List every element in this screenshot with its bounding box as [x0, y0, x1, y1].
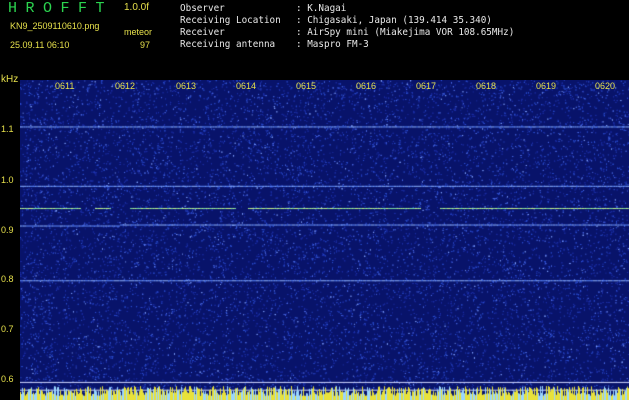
x-tick-label: 0613	[176, 81, 197, 91]
info-key: Receiver	[180, 27, 225, 38]
x-tick-label: 0617	[416, 81, 437, 91]
y-tick-label: 0.7	[1, 324, 14, 334]
mode-label: meteor	[124, 27, 153, 37]
version-label: 1.0.0f	[124, 2, 150, 13]
filename-label: KN9_2509110610.png	[10, 21, 100, 31]
app-title: HROFFT	[8, 0, 114, 17]
x-tick-label: 0611	[55, 81, 75, 91]
info-row-location: Receiving Location : Chigasaki, Japan (13…	[180, 15, 492, 26]
x-tick-label: 0615	[296, 81, 317, 91]
info-value: : Chigasaki, Japan (139.414 35.340)	[296, 15, 492, 26]
info-row-receiver: Receiver : AirSpy mini (Miakejima VOR 108…	[180, 27, 514, 38]
info-key: Observer	[180, 3, 225, 14]
y-axis-unit: kHz	[1, 74, 19, 85]
info-key: Receiving Location	[180, 15, 281, 26]
x-tick-label: 0616	[356, 81, 377, 91]
y-tick-label: 0.8	[1, 274, 14, 284]
x-tick-label: 0614	[236, 81, 257, 91]
x-tick-label: 0612	[115, 81, 136, 91]
info-key: Receiving antenna	[180, 39, 276, 50]
x-tick-label: 0619	[536, 81, 557, 91]
y-tick-label: 0.9	[1, 225, 14, 235]
info-value: : AirSpy mini (Miakejima VOR 108.65MHz)	[296, 27, 515, 38]
info-value: : Maspro FM-3	[296, 39, 369, 50]
y-tick-label: 0.6	[1, 374, 14, 384]
x-tick-label: 0618	[476, 81, 497, 91]
datetime-label: 25.09.11 06:10	[10, 40, 70, 50]
count-label: 97	[140, 40, 151, 50]
y-tick-label: 1.0	[1, 175, 14, 185]
info-row-observer: Observer : K.Nagai	[180, 3, 346, 14]
info-value: : K.Nagai	[296, 3, 347, 14]
x-tick-label: 0620	[595, 81, 616, 91]
spectrogram-canvas	[20, 80, 629, 400]
y-tick-label: 1.1	[1, 124, 14, 134]
info-row-antenna: Receiving antenna : Maspro FM-3	[180, 39, 369, 50]
